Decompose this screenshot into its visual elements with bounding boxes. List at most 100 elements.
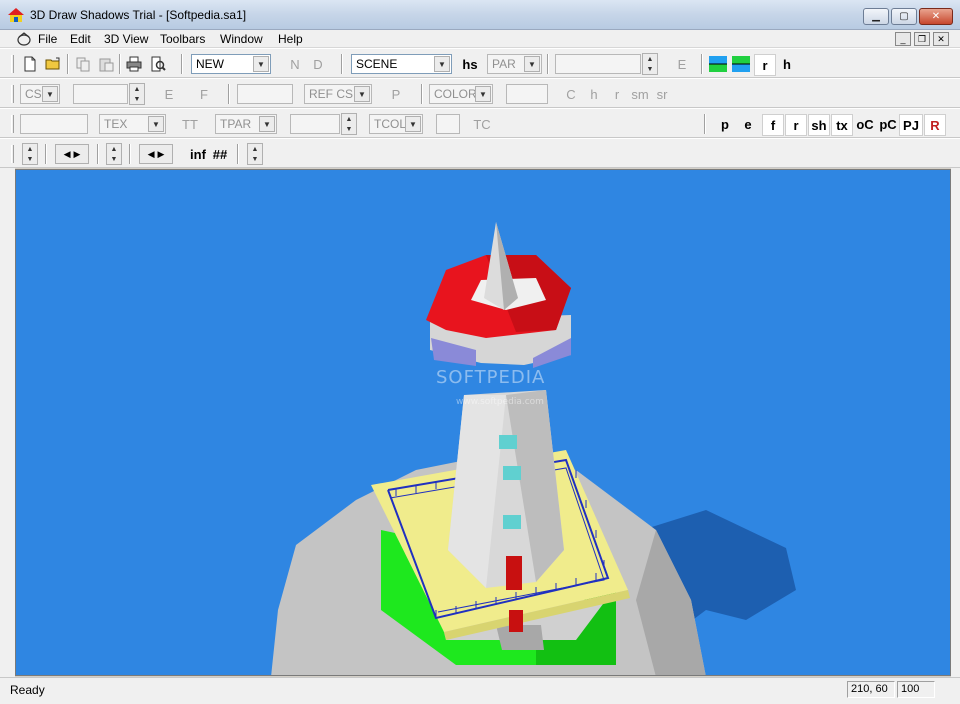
- toolbar-grip[interactable]: [11, 55, 14, 73]
- tcol-value-field[interactable]: [436, 114, 460, 134]
- minimize-button[interactable]: ▁: [863, 8, 889, 25]
- mode-sh-button[interactable]: sh: [808, 114, 830, 136]
- n-button[interactable]: N: [288, 55, 302, 73]
- tex-combo[interactable]: TEX ▼: [99, 114, 166, 134]
- view-color-icon-1[interactable]: [709, 56, 727, 72]
- color-combo-value: COLOR: [434, 87, 477, 101]
- mdi-minimize-button[interactable]: _: [895, 32, 911, 46]
- open-folder-icon[interactable]: [45, 56, 61, 72]
- menu-edit[interactable]: Edit: [70, 32, 91, 46]
- menu-help[interactable]: Help: [278, 32, 303, 46]
- spinner-1[interactable]: ▲ ▼: [22, 143, 38, 165]
- f-button[interactable]: F: [197, 85, 211, 103]
- d-button[interactable]: D: [311, 55, 325, 73]
- p-button[interactable]: P: [389, 85, 403, 103]
- watermark-sub: www.softpedia.com: [456, 397, 544, 407]
- mode-p-button[interactable]: p: [718, 115, 732, 133]
- toolbar-row-2: CS ▼ ▲ ▼ E F REF CS ▼ P COLOR ▼ C h r sm sr: [0, 78, 960, 108]
- ref-cs-combo[interactable]: REF CS ▼: [304, 84, 372, 104]
- tc-button[interactable]: TC: [472, 115, 492, 133]
- chevron-down-icon: ▼: [253, 56, 269, 72]
- status-zoom: 100: [897, 681, 935, 698]
- scene-render: SOFTPEDIA www.softpedia.com: [271, 222, 796, 675]
- inf-button[interactable]: inf: [187, 145, 209, 163]
- paste-icon[interactable]: [98, 56, 114, 72]
- scene-combo[interactable]: SCENE ▼: [351, 54, 452, 74]
- h-button[interactable]: h: [780, 55, 794, 73]
- print-preview-icon[interactable]: [150, 56, 166, 72]
- tcol-combo[interactable]: TCOL ▼: [369, 114, 423, 134]
- tt-button[interactable]: TT: [180, 115, 200, 133]
- view-color-icon-2[interactable]: [732, 56, 750, 72]
- mode-pj-button[interactable]: PJ: [899, 114, 923, 136]
- menu-window[interactable]: Window: [220, 32, 263, 46]
- mode-e-button[interactable]: e: [741, 115, 755, 133]
- h2-button[interactable]: h: [587, 85, 601, 103]
- grid-hash-button[interactable]: ##: [210, 145, 230, 163]
- cs-value-field[interactable]: [73, 84, 128, 104]
- menu-3d-view[interactable]: 3D View: [104, 32, 148, 46]
- par-combo[interactable]: PAR ▼: [487, 54, 542, 74]
- maximize-button[interactable]: ▢: [891, 8, 917, 25]
- close-button[interactable]: ✕: [919, 8, 953, 25]
- sm-button[interactable]: sm: [629, 85, 651, 103]
- document-icon[interactable]: [16, 31, 32, 47]
- tower-window: [499, 435, 517, 449]
- chevron-down-icon: ▼: [148, 116, 164, 132]
- mode-oc-button[interactable]: oC: [854, 115, 876, 133]
- print-icon[interactable]: [126, 56, 142, 72]
- new-object-combo-value: NEW: [196, 57, 224, 71]
- copy-icon[interactable]: [75, 56, 91, 72]
- ref-cs-combo-value: REF CS: [309, 87, 354, 101]
- tpar-value-field[interactable]: [290, 114, 340, 134]
- scene-combo-value: SCENE: [356, 57, 398, 71]
- menu-toolbars[interactable]: Toolbars: [160, 32, 205, 46]
- cs-combo[interactable]: CS ▼: [20, 84, 60, 104]
- par-spinner[interactable]: ▲ ▼: [642, 53, 658, 75]
- spinner-2[interactable]: ▲ ▼: [106, 143, 122, 165]
- mode-f-button[interactable]: f: [762, 114, 784, 136]
- par-combo-value: PAR: [492, 57, 516, 71]
- color-combo[interactable]: COLOR ▼: [429, 84, 493, 104]
- new-object-combo[interactable]: NEW ▼: [191, 54, 271, 74]
- menu-file[interactable]: File: [38, 32, 57, 46]
- r2-button[interactable]: r: [610, 85, 624, 103]
- tower-window: [503, 466, 521, 480]
- mode-pc-button[interactable]: pC: [877, 115, 899, 133]
- cs-combo-value: CS: [25, 87, 42, 101]
- hs-button[interactable]: hs: [459, 55, 481, 73]
- c-button[interactable]: C: [564, 85, 578, 103]
- left-right-arrows-2[interactable]: ◀ ▶: [139, 144, 173, 164]
- chevron-down-icon: ▼: [42, 86, 58, 102]
- left-right-arrows-1[interactable]: ◀ ▶: [55, 144, 89, 164]
- toolbar-grip[interactable]: [11, 145, 14, 163]
- toolbar-area: NEW ▼ N D SCENE ▼ hs PAR ▼ ▲ ▼ E r h CS ▼ ▲ ▼ …: [0, 48, 960, 168]
- e-button[interactable]: E: [675, 55, 689, 73]
- new-file-icon[interactable]: [22, 56, 38, 72]
- toolbar-grip[interactable]: [11, 85, 14, 103]
- spinner-3[interactable]: ▲ ▼: [247, 143, 263, 165]
- arrow-left-icon: ◀: [63, 148, 71, 159]
- mode-r-button[interactable]: r: [785, 114, 807, 136]
- toolbar-row-4: ▲ ▼ ◀ ▶ ▲ ▼ ◀ ▶ inf ## ▲ ▼: [0, 138, 960, 168]
- mdi-restore-button[interactable]: ❐: [914, 32, 930, 46]
- tpar-spinner[interactable]: ▲ ▼: [341, 113, 357, 135]
- par-value-field[interactable]: [555, 54, 641, 74]
- color-value-field[interactable]: [506, 84, 548, 104]
- tpar-combo-value: TPAR: [220, 117, 252, 131]
- 3d-viewport[interactable]: SOFTPEDIA www.softpedia.com: [15, 169, 951, 676]
- watermark-main: SOFTPEDIA: [436, 367, 545, 388]
- ref-value-field[interactable]: [237, 84, 293, 104]
- sr-button[interactable]: sr: [653, 85, 671, 103]
- r-toggle-button[interactable]: r: [754, 54, 776, 76]
- cs-spinner[interactable]: ▲ ▼: [129, 83, 145, 105]
- tex-value-field[interactable]: [20, 114, 88, 134]
- e2-button[interactable]: E: [162, 85, 176, 103]
- mode-tx-button[interactable]: tx: [831, 114, 853, 136]
- chevron-down-icon: ▼: [405, 116, 421, 132]
- left-frame: [0, 168, 15, 678]
- mode-r-red-button[interactable]: R: [924, 114, 946, 136]
- mdi-close-button[interactable]: ✕: [933, 32, 949, 46]
- tpar-combo[interactable]: TPAR ▼: [215, 114, 277, 134]
- toolbar-grip[interactable]: [11, 115, 14, 133]
